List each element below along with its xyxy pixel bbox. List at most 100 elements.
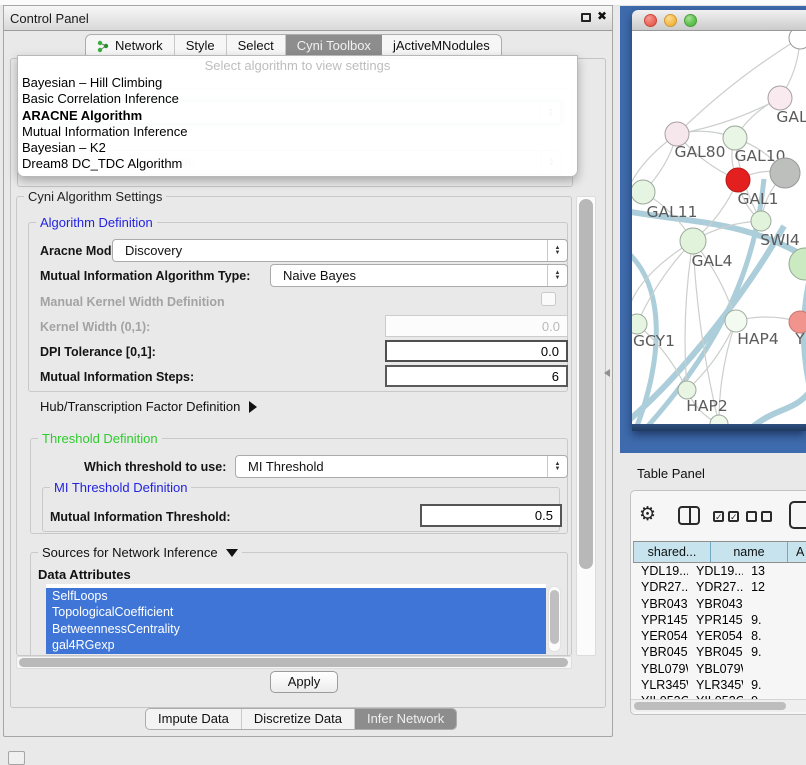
aracne-mode-combo[interactable]: Discovery▲▼ bbox=[112, 239, 568, 262]
table-row[interactable]: YBL079WYBL079W bbox=[633, 661, 806, 677]
tab-label: Style bbox=[186, 35, 215, 57]
data-attributes-label: Data Attributes bbox=[38, 567, 131, 582]
table-row[interactable]: YDL19...YDL19...13 bbox=[633, 563, 806, 579]
table-row[interactable]: YPR145WYPR145W9. bbox=[633, 612, 806, 628]
panel-splitter-arrow-icon[interactable] bbox=[604, 369, 610, 377]
dropdown-items: Bayesian – Hill ClimbingBasic Correlatio… bbox=[18, 75, 577, 173]
mi-threshold-field[interactable] bbox=[420, 504, 562, 527]
sources-group-title[interactable]: Sources for Network Inference bbox=[38, 545, 242, 560]
node-label: GAL4 bbox=[691, 252, 732, 270]
tab-label: Select bbox=[238, 35, 274, 57]
tab-label: Cyni Toolbox bbox=[297, 35, 371, 57]
network-node[interactable] bbox=[789, 248, 806, 280]
network-node-gal[interactable] bbox=[768, 86, 792, 110]
gear-icon[interactable]: ⚙ bbox=[639, 503, 656, 526]
table-row[interactable]: YER054CYER054C8. bbox=[633, 628, 806, 644]
kernel-width-label: Kernel Width (0,1): bbox=[40, 320, 150, 334]
table-cell: YDL19... bbox=[633, 563, 688, 579]
column-header-name[interactable]: name bbox=[710, 542, 787, 562]
tab-select[interactable]: Select bbox=[227, 35, 286, 57]
combo-spinner-icon: ▲▼ bbox=[547, 456, 567, 477]
manual-kernel-width-label: Manual Kernel Width Definition bbox=[40, 295, 225, 309]
tab-network[interactable]: Network bbox=[86, 35, 175, 57]
threshold-definition-title: Threshold Definition bbox=[38, 431, 162, 446]
table-cell: 12 bbox=[743, 579, 806, 595]
table-cell: YBR043C bbox=[633, 596, 688, 612]
table-row[interactable]: YLR345WYLR345W9. bbox=[633, 677, 806, 693]
tab-impute-data[interactable]: Impute Data bbox=[146, 709, 242, 729]
kernel-width-field[interactable] bbox=[385, 315, 568, 337]
table-cell: 9. bbox=[743, 612, 806, 628]
attribute-item-betweennesscentrality[interactable]: BetweennessCentrality bbox=[46, 621, 546, 637]
table-cell: YLR345W bbox=[633, 677, 688, 693]
table-cell: YDL19... bbox=[688, 563, 743, 579]
which-threshold-combo[interactable]: MI Threshold▲▼ bbox=[235, 455, 568, 478]
column-header-a[interactable]: A bbox=[787, 542, 806, 562]
table-cell: YER054C bbox=[688, 628, 743, 644]
mac-zoom-icon[interactable] bbox=[684, 14, 697, 27]
dropdown-item-bayesian-k2[interactable]: Bayesian – K2 bbox=[18, 140, 577, 156]
network-node-gcy1[interactable] bbox=[632, 314, 647, 334]
attribute-item-gal4rgexp[interactable]: gal4RGexp bbox=[46, 637, 546, 653]
table-panel: ⚙ ✓✓ shared...nameA YDL19...YDL19...13YD… bbox=[630, 490, 806, 715]
function-icon[interactable] bbox=[789, 501, 806, 529]
thick-edge bbox=[750, 389, 806, 424]
dropdown-item-bayesian-hill-climbing[interactable]: Bayesian – Hill Climbing bbox=[18, 75, 577, 91]
apply-button[interactable]: Apply bbox=[270, 671, 338, 693]
dpi-tolerance-field[interactable] bbox=[385, 340, 568, 362]
manual-kernel-width-checkbox[interactable] bbox=[541, 292, 556, 306]
table-row[interactable]: YBR045CYBR045C9. bbox=[633, 644, 806, 660]
dropdown-item-basic-correlation-inference[interactable]: Basic Correlation Inference bbox=[18, 91, 577, 107]
network-canvas[interactable]: GALGAL80GAL10GAL1GAL11SWI4GAL4GCY1HAP4YH… bbox=[632, 31, 806, 424]
tab-jactivemnodules[interactable]: jActiveMNodules bbox=[382, 35, 501, 57]
attribute-item-topologicalcoefficient[interactable]: TopologicalCoefficient bbox=[46, 604, 546, 620]
tab-cyni-toolbox[interactable]: Cyni Toolbox bbox=[286, 35, 382, 57]
dropdown-item-mutual-information-inference[interactable]: Mutual Information Inference bbox=[18, 124, 577, 140]
mi-steps-field[interactable] bbox=[385, 365, 568, 387]
network-node[interactable] bbox=[710, 415, 728, 424]
table-horizontal-scrollbar[interactable] bbox=[631, 699, 806, 712]
network-node-gal1[interactable] bbox=[726, 168, 750, 192]
dropdown-item-dream8-dc-tdc-algorithm[interactable]: Dream8 DC_TDC Algorithm bbox=[18, 156, 577, 172]
table-row[interactable]: YBR043CYBR043C bbox=[633, 596, 806, 612]
attributes-scrollbar-thumb[interactable] bbox=[550, 590, 559, 644]
table-cell: YPR145W bbox=[688, 612, 743, 628]
tab-discretize-data[interactable]: Discretize Data bbox=[242, 709, 355, 729]
sources-title-text: Sources for Network Inference bbox=[42, 545, 218, 560]
mac-minimize-icon[interactable] bbox=[664, 14, 677, 27]
table-cell: 9. bbox=[743, 644, 806, 660]
node-label: GCY1 bbox=[633, 332, 675, 350]
columns-icon[interactable] bbox=[678, 506, 700, 525]
mi-algorithm-type-combo[interactable]: Naive Bayes▲▼ bbox=[270, 264, 568, 287]
network-node-gal11[interactable] bbox=[632, 180, 655, 204]
table-cell: YLR345W bbox=[688, 677, 743, 693]
table-horizontal-scrollbar-thumb[interactable] bbox=[634, 702, 786, 710]
network-window-titlebar[interactable] bbox=[632, 10, 806, 31]
select-all-checkboxes-icon[interactable]: ✓✓ bbox=[713, 511, 739, 522]
cyni-bottom-tabs: Impute DataDiscretize DataInfer Network bbox=[145, 708, 457, 730]
hub-transcription-factor-expander[interactable]: Hub/Transcription Factor Definition bbox=[40, 399, 257, 414]
settings-vertical-scrollbar-thumb[interactable] bbox=[579, 199, 593, 569]
float-window-icon[interactable] bbox=[581, 13, 591, 22]
taskbar-corner-icon[interactable] bbox=[8, 751, 25, 765]
deselect-all-checkboxes-icon[interactable] bbox=[746, 511, 772, 522]
tab-infer-network[interactable]: Infer Network bbox=[355, 709, 456, 729]
node-label: HAP4 bbox=[737, 330, 778, 348]
network-node-hap4[interactable] bbox=[725, 310, 747, 332]
network-node[interactable] bbox=[789, 31, 806, 49]
tab-style[interactable]: Style bbox=[175, 35, 227, 57]
column-header-shared[interactable]: shared... bbox=[633, 542, 710, 562]
data-attributes-list[interactable]: SelfLoopsTopologicalCoefficientBetweenne… bbox=[46, 584, 546, 654]
table-row[interactable]: YDR27...YDR27...12 bbox=[633, 579, 806, 595]
algorithm-definition-title: Algorithm Definition bbox=[36, 215, 157, 230]
network-node-swi4[interactable] bbox=[751, 211, 771, 231]
close-icon[interactable]: ✖ bbox=[597, 9, 607, 23]
dropdown-item-aracne-algorithm[interactable]: ARACNE Algorithm bbox=[18, 108, 577, 124]
attribute-item-selfloops[interactable]: SelfLoops bbox=[46, 588, 546, 604]
mi-threshold-label: Mutual Information Threshold: bbox=[50, 510, 231, 524]
mac-close-icon[interactable] bbox=[644, 14, 657, 27]
settings-horizontal-scrollbar-thumb[interactable] bbox=[19, 658, 568, 667]
control-panel-titlebar[interactable] bbox=[3, 5, 613, 31]
network-node-gal4[interactable] bbox=[680, 228, 706, 254]
network-node[interactable] bbox=[770, 158, 800, 188]
